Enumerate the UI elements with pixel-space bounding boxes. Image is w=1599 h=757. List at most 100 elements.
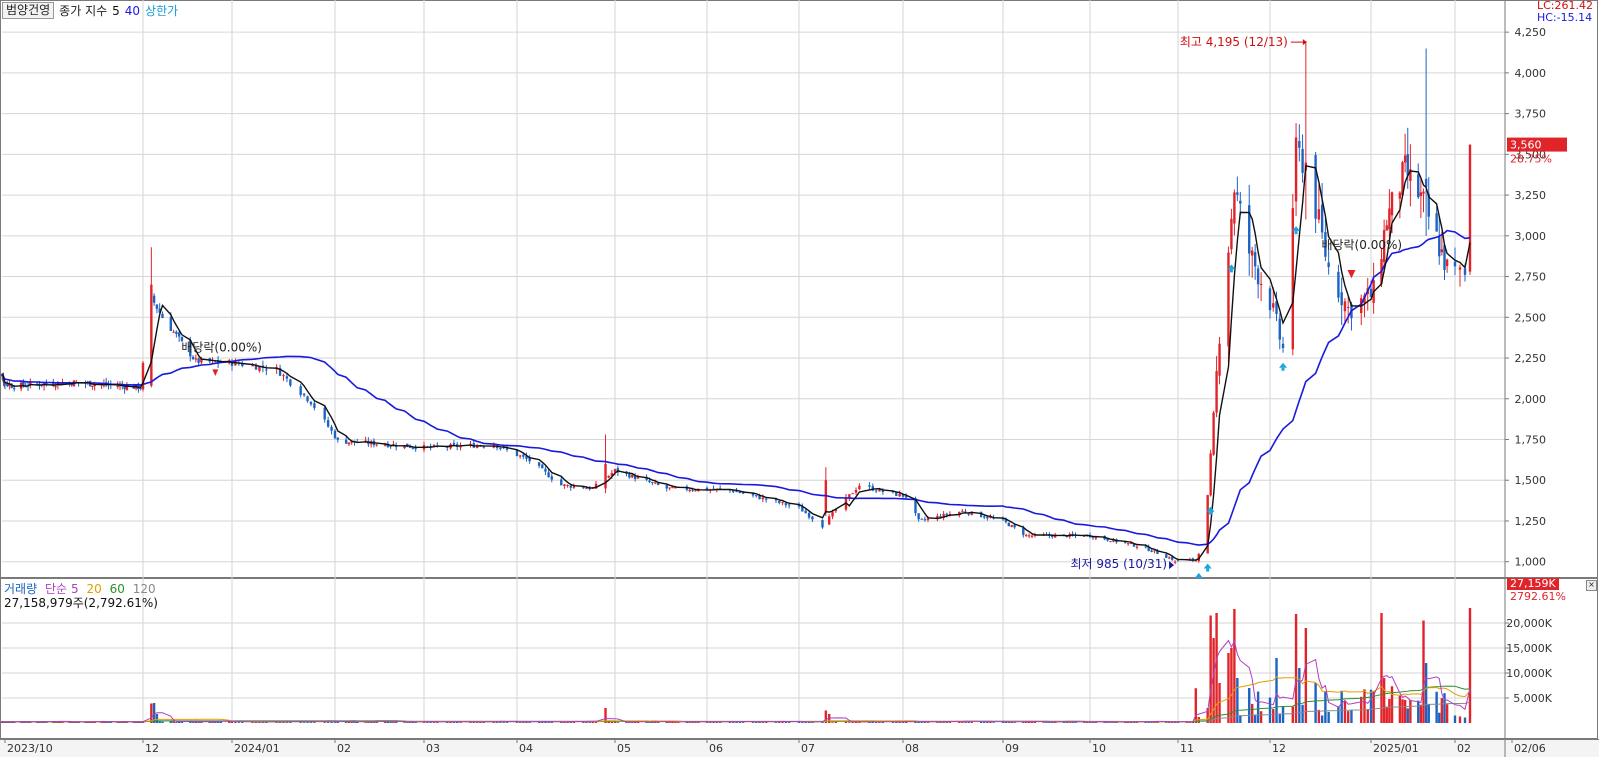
ma-long-period[interactable]: 40 xyxy=(125,4,140,18)
volume-bar xyxy=(237,722,241,723)
volume-bar xyxy=(403,722,406,723)
time-tick-label: 12 xyxy=(145,742,159,755)
candle-body xyxy=(631,474,634,478)
candle-body xyxy=(313,403,316,408)
time-tick-label: 03 xyxy=(426,742,440,755)
candle-body xyxy=(285,376,289,379)
candle-body xyxy=(560,479,563,486)
volume-current: 27,158,979주(2,792.61%) xyxy=(4,596,158,610)
candle-body xyxy=(91,385,94,387)
volume-bar xyxy=(1398,695,1402,723)
volume-bar xyxy=(234,721,237,723)
volume-bar xyxy=(1401,699,1404,723)
candle-body xyxy=(265,369,268,371)
volume-bar xyxy=(1268,697,1272,723)
volume-bar xyxy=(1272,709,1275,723)
time-tick-label: 09 xyxy=(1005,742,1019,755)
volume-bar xyxy=(1253,714,1257,723)
candle-body xyxy=(858,485,861,490)
candle-body xyxy=(636,477,640,479)
candle-body xyxy=(807,513,811,518)
volume-bar xyxy=(1468,608,1472,723)
candle-body xyxy=(177,332,181,337)
volume-bar xyxy=(333,722,337,723)
candle-body xyxy=(1294,137,1298,202)
candle-body xyxy=(1218,343,1221,376)
volume-bar xyxy=(1013,722,1016,723)
panel-close-button[interactable]: × xyxy=(1586,580,1597,591)
candle-body xyxy=(851,493,854,495)
volume-bar xyxy=(1278,714,1281,723)
time-tick-label: 2025/01 xyxy=(1373,742,1419,755)
candle-body xyxy=(1236,192,1239,195)
volume-bar xyxy=(1106,722,1109,723)
volume-tick-label: 5,000K xyxy=(1513,692,1552,705)
price-chart-panel[interactable]: 4,250 4,000 3,750 3,500 3,250 3,000 2,750 2,500… xyxy=(0,0,1599,578)
candle-body xyxy=(1403,155,1407,163)
candle-body xyxy=(1317,209,1321,220)
high-annotation: 최고 4,195 (12/13) xyxy=(1180,35,1288,49)
volume-bar xyxy=(161,721,164,723)
candle-body xyxy=(191,356,195,360)
candle-body xyxy=(926,518,930,521)
volume-bar xyxy=(1042,722,1045,723)
candle-body xyxy=(1468,144,1472,272)
limit-up-arrow-stem xyxy=(1281,367,1285,371)
candle-body xyxy=(1230,218,1233,250)
volume-bar xyxy=(1317,709,1321,723)
candle-body xyxy=(787,504,791,506)
price-tick-label: 1,500 xyxy=(1515,474,1547,487)
limit-up-label[interactable]: 상한가 xyxy=(145,2,178,19)
volume-bar xyxy=(1250,703,1254,723)
volume-chart: 20,000K 15,000K 10,000K 5,000K 27,159K2792.6… xyxy=(0,578,1598,739)
candle-body xyxy=(758,495,761,500)
ma-short-period[interactable]: 5 xyxy=(112,4,120,18)
volume-bar xyxy=(1409,699,1412,723)
candle-body xyxy=(607,475,610,478)
candle-body xyxy=(781,502,784,504)
lc-hc-box: LC:261.42 HC:-15.14 xyxy=(1537,0,1593,24)
candle-body xyxy=(306,396,309,402)
volume-bar xyxy=(285,722,289,723)
price-tick-label: 2,500 xyxy=(1515,311,1547,324)
indicator-label[interactable]: 종가 지수 xyxy=(59,2,107,19)
candle-body xyxy=(323,407,326,420)
candle-body xyxy=(668,487,671,489)
price-tick-label: 3,750 xyxy=(1515,108,1547,121)
stock-name[interactable]: 범양건영 xyxy=(2,2,55,19)
volume-bar xyxy=(24,722,27,723)
candle-body xyxy=(1013,524,1016,528)
candle-body xyxy=(1272,303,1275,308)
candle-body xyxy=(651,482,654,484)
candle-body xyxy=(161,313,164,318)
candle-body xyxy=(482,446,485,448)
price-tick-label: 3,250 xyxy=(1515,189,1547,202)
volume-bar xyxy=(1463,717,1467,723)
volume-chart-panel[interactable]: 20,000K 15,000K 10,000K 5,000K 27,159K 2792.6… xyxy=(0,578,1599,739)
candle-body xyxy=(522,454,525,457)
candle-body xyxy=(1327,262,1330,268)
candle-body xyxy=(333,430,337,439)
candle-body xyxy=(282,375,285,377)
volume-bar xyxy=(1419,704,1423,723)
volume-bar xyxy=(1385,706,1388,723)
time-tick-label: 05 xyxy=(617,742,631,755)
candle-body xyxy=(735,491,738,493)
volume-bar xyxy=(302,722,306,723)
time-axis-svg: 2023/10 12 2024/01 02 03 04 05 06 07 08 09 10 11 12 20… xyxy=(0,739,1599,757)
candle-body xyxy=(411,447,415,449)
candle-body xyxy=(518,455,522,457)
candle-body xyxy=(1227,252,1230,347)
time-tick-label: 08 xyxy=(905,742,919,755)
volume-bar xyxy=(175,722,178,723)
volume-bar xyxy=(979,721,983,723)
volume-bar xyxy=(1424,663,1428,723)
time-tick-label: 2023/10 xyxy=(7,742,53,755)
candle-body xyxy=(811,516,814,520)
volume-bar xyxy=(1458,716,1462,723)
volume-tick-label: 15,000K xyxy=(1506,642,1552,655)
candle-body xyxy=(1337,271,1340,298)
candle-body xyxy=(1314,155,1317,219)
volume-bar xyxy=(406,722,409,723)
current-volume-label: 27,159K xyxy=(1510,578,1556,590)
